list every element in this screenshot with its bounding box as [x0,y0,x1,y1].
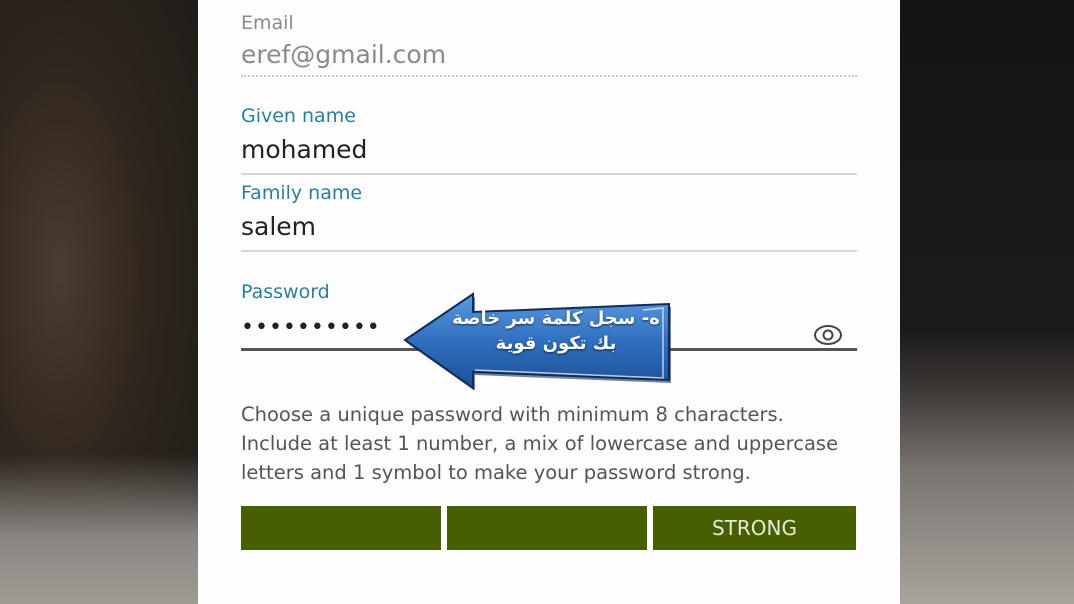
password-help-text: Choose a unique password with minimum 8 … [241,403,839,484]
strength-label: STRONG [711,516,797,540]
strength-segment-3: STRONG [653,506,856,550]
password-strength-meter: STRONG [241,506,856,550]
email-field[interactable]: Email eref@gmail.com [241,12,857,78]
given-name-field[interactable]: Given name mohamed [241,105,857,177]
background-right [900,0,1074,604]
callout-text: ه- سجل كلمة سر خاصة بك تكون قوية [452,306,660,356]
strength-segment-2 [447,506,647,550]
given-name-label: Given name [241,105,356,127]
strength-segment-1 [241,506,441,550]
family-name-input[interactable]: salem [241,212,857,242]
email-underline [241,75,857,77]
email-value: eref@gmail.com [241,40,447,69]
family-name-label: Family name [241,182,363,204]
email-label: Email [241,12,294,34]
family-name-underline [241,250,857,252]
family-name-field[interactable]: Family name salem [241,182,857,254]
callout-line-2: بك تكون قوية [495,333,617,354]
eye-icon[interactable] [813,324,843,346]
background-left [0,0,198,604]
given-name-input[interactable]: mohamed [241,135,857,165]
given-name-underline [241,173,857,175]
callout-line-1: ه- سجل كلمة سر خاصة [452,308,660,329]
